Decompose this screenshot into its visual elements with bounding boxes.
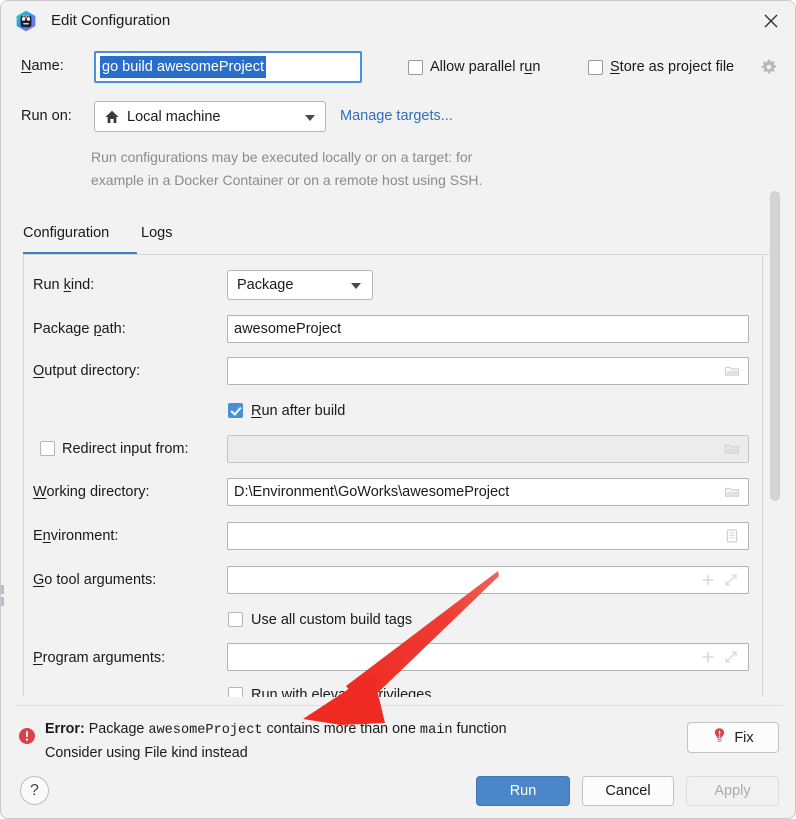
help-button[interactable]: ? bbox=[20, 776, 49, 805]
output-directory-label: Output directory: bbox=[33, 363, 141, 379]
output-directory-input[interactable] bbox=[227, 357, 749, 385]
redirect-input-field[interactable] bbox=[227, 435, 749, 463]
environment-variables-icon[interactable] bbox=[724, 528, 740, 544]
package-path-input[interactable]: awesomeProject bbox=[227, 315, 749, 343]
redirect-input-label: Redirect input from: bbox=[62, 441, 189, 457]
gear-icon[interactable] bbox=[760, 58, 778, 76]
run-after-build-checkbox[interactable] bbox=[228, 403, 243, 418]
plus-icon[interactable] bbox=[700, 649, 716, 665]
fix-button[interactable]: Fix bbox=[687, 722, 779, 753]
package-path-label: Package path: bbox=[33, 321, 126, 337]
svg-text:GO: GO bbox=[23, 14, 30, 19]
environment-input[interactable] bbox=[227, 522, 749, 550]
lightbulb-icon bbox=[712, 727, 727, 749]
plus-icon[interactable] bbox=[700, 572, 716, 588]
run-kind-dropdown[interactable]: Package bbox=[227, 270, 373, 300]
program-arguments-label: Program arguments: bbox=[33, 650, 166, 666]
tab-configuration[interactable]: Configuration bbox=[23, 225, 109, 249]
bottom-divider bbox=[15, 705, 783, 706]
store-as-project-file-checkbox[interactable] bbox=[588, 60, 603, 75]
hint-line-2: example in a Docker Container or on a re… bbox=[91, 172, 483, 188]
question-mark-icon: ? bbox=[30, 781, 39, 799]
panel-scrollbar-thumb[interactable] bbox=[770, 191, 780, 501]
error-circle-icon bbox=[18, 727, 36, 745]
expand-icon[interactable] bbox=[723, 572, 739, 588]
use-custom-build-tags-checkbox[interactable] bbox=[228, 612, 243, 627]
working-directory-label: Working directory: bbox=[33, 484, 150, 500]
folder-icon[interactable] bbox=[724, 441, 740, 457]
folder-icon[interactable] bbox=[724, 484, 740, 500]
error-prefix: Error: bbox=[45, 721, 85, 737]
expand-icon[interactable] bbox=[723, 649, 739, 665]
error-code-a: awesomeProject bbox=[148, 723, 263, 738]
name-input[interactable]: go build awesomeProject bbox=[94, 51, 362, 83]
close-icon[interactable] bbox=[757, 8, 785, 34]
apply-button: Apply bbox=[686, 776, 779, 806]
window-title: Edit Configuration bbox=[51, 12, 171, 29]
error-line-1: Error: Package awesomeProject contains m… bbox=[45, 718, 665, 742]
edit-configuration-dialog: GO Edit Configuration Name: go build awe… bbox=[0, 0, 796, 819]
chevron-down-icon bbox=[305, 115, 315, 121]
run-kind-label: Run kind: bbox=[33, 277, 95, 293]
goland-icon: GO bbox=[15, 10, 37, 32]
error-line-2: Consider using File kind instead bbox=[45, 745, 248, 761]
name-input-value: go build awesomeProject bbox=[100, 56, 267, 78]
working-directory-value: D:\Environment\GoWorks\awesomeProject bbox=[234, 484, 510, 500]
error-text-c: function bbox=[452, 721, 507, 737]
run-button[interactable]: Run bbox=[476, 776, 570, 806]
run-kind-value: Package bbox=[237, 277, 294, 293]
hint-line-1: Run configurations may be executed local… bbox=[91, 149, 473, 165]
run-on-label: Run on: bbox=[21, 108, 72, 124]
run-config-hint: Run configurations may be executed local… bbox=[91, 146, 611, 192]
cancel-button[interactable]: Cancel bbox=[582, 776, 674, 806]
chevron-down-icon bbox=[351, 283, 361, 289]
manage-targets-link[interactable]: Manage targets... bbox=[340, 108, 453, 124]
allow-parallel-run-label: Allow parallel run bbox=[430, 59, 541, 75]
working-directory-input[interactable]: D:\Environment\GoWorks\awesomeProject bbox=[227, 478, 749, 506]
redirect-input-checkbox[interactable] bbox=[40, 441, 55, 456]
folder-icon[interactable] bbox=[724, 363, 740, 379]
use-custom-build-tags-label: Use all custom build tags bbox=[251, 612, 413, 628]
error-code-b: main bbox=[419, 723, 453, 738]
edge-artifact bbox=[1, 597, 4, 606]
error-text-b: contains more than one bbox=[262, 721, 420, 737]
title-bar: GO Edit Configuration bbox=[1, 1, 795, 41]
program-arguments-input[interactable] bbox=[227, 643, 749, 671]
fix-button-label: Fix bbox=[734, 729, 754, 746]
error-message: Error: Package awesomeProject contains m… bbox=[45, 718, 665, 764]
name-label: Name: bbox=[21, 58, 64, 74]
go-tool-arguments-label: Go tool arguments: bbox=[33, 572, 157, 588]
error-text-a: Package bbox=[84, 721, 149, 737]
allow-parallel-run-checkbox[interactable] bbox=[408, 60, 423, 75]
tab-logs[interactable]: Logs bbox=[141, 225, 172, 249]
package-path-value: awesomeProject bbox=[234, 321, 342, 337]
home-icon bbox=[104, 109, 120, 125]
run-after-build-label: Run after build bbox=[251, 403, 346, 419]
tab-bar: Configuration Logs bbox=[23, 225, 775, 255]
environment-label: Environment: bbox=[33, 528, 119, 544]
edge-artifact bbox=[1, 585, 4, 594]
store-as-project-file-label: Store as project file bbox=[610, 59, 735, 75]
go-tool-arguments-input[interactable] bbox=[227, 566, 749, 594]
run-on-dropdown[interactable]: Local machine bbox=[94, 101, 326, 132]
run-on-value: Local machine bbox=[127, 108, 221, 125]
